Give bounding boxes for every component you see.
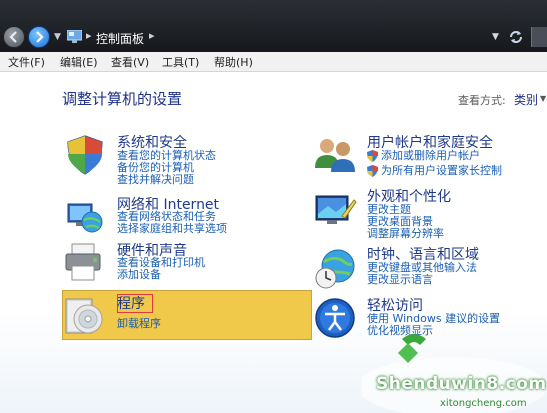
category-hardware-sound[interactable]: 硬件和声音 查看设备和打印机 添加设备 [62,240,302,298]
menu-view[interactable]: 查看(V) [111,54,149,70]
category-title[interactable]: 程序 [117,293,145,313]
printer-icon [65,243,101,281]
programs-disc-icon [65,298,103,334]
link-troubleshoot[interactable]: 查找并解决问题 [117,174,194,186]
link-display-language[interactable]: 更改显示语言 [367,274,433,286]
menu-help[interactable]: 帮助(H) [214,54,253,70]
uac-shield-icon [367,165,378,177]
view-by-label: 查看方式: [458,94,506,107]
category-programs[interactable]: 程序 卸载程序 [62,293,302,351]
category-user-accounts[interactable]: 用户帐户和家庭安全 添加或删除用户帐户 为所有用户设置家长控制 [312,132,547,190]
title-bar: ▼ ▸ 控制面板 ▸ ▼ [0,0,547,52]
network-globe-icon [67,203,103,233]
address-bar[interactable]: ▸ 控制面板 ▸ [63,27,493,47]
link-add-device[interactable]: 添加设备 [117,269,161,281]
link-homegroup[interactable]: 选择家庭组和共享选项 [117,223,227,235]
back-button[interactable] [3,26,25,48]
search-input[interactable] [531,27,547,47]
link-screen-resolution[interactable]: 调整屏幕分辨率 [367,228,444,240]
category-appearance[interactable]: 外观和个性化 更改主题 更改桌面背景 调整屏幕分辨率 [312,186,547,244]
watermark-text: Shenduwin8.com [376,374,547,394]
control-panel-icon [67,30,82,43]
forward-button[interactable] [28,26,50,48]
address-separator-icon[interactable]: ▸ [149,29,155,42]
link-parental-controls[interactable]: 为所有用户设置家长控制 [367,165,502,177]
menu-edit[interactable]: 编辑(E) [60,54,98,70]
view-by-dropdown[interactable]: 类别 [514,91,538,108]
ease-of-access-icon [315,298,355,338]
address-separator-icon[interactable]: ▸ [86,29,92,42]
watermark-subtext: xitongcheng.com [440,398,527,409]
category-system-security[interactable]: 系统和安全 查看您的计算机状态 备份您的计算机 查找并解决问题 [62,132,302,190]
menu-tools[interactable]: 工具(T) [162,54,199,70]
category-clock-language[interactable]: 时钟、语言和区域 更改键盘或其他输入法 更改显示语言 [312,244,547,302]
forward-arrow-icon [36,31,44,43]
chevron-down-icon[interactable]: ▼ [540,94,546,103]
back-arrow-icon [9,31,17,43]
uac-shield-icon [367,150,378,162]
shield-icon [67,135,103,175]
link-uninstall[interactable]: 卸载程序 [117,318,161,330]
breadcrumb-control-panel[interactable]: 控制面板 [96,30,144,47]
link-label: 添加或删除用户帐户 [381,149,480,162]
recent-pages-dropdown[interactable]: ▼ [54,32,61,42]
users-icon [315,139,355,172]
appearance-monitor-icon [315,195,357,224]
link-add-remove-accounts[interactable]: 添加或删除用户帐户 [367,150,480,162]
page-title: 调整计算机的设置 [62,90,183,108]
menu-file[interactable]: 文件(F) [8,54,45,70]
clock-globe-icon [315,249,355,289]
menu-bar: 文件(F) 编辑(E) 查看(V) 工具(T) 帮助(H) [0,52,547,72]
link-label: 为所有用户设置家长控制 [381,164,502,177]
refresh-icon[interactable] [508,29,524,45]
address-dropdown[interactable]: ▼ [492,32,499,42]
